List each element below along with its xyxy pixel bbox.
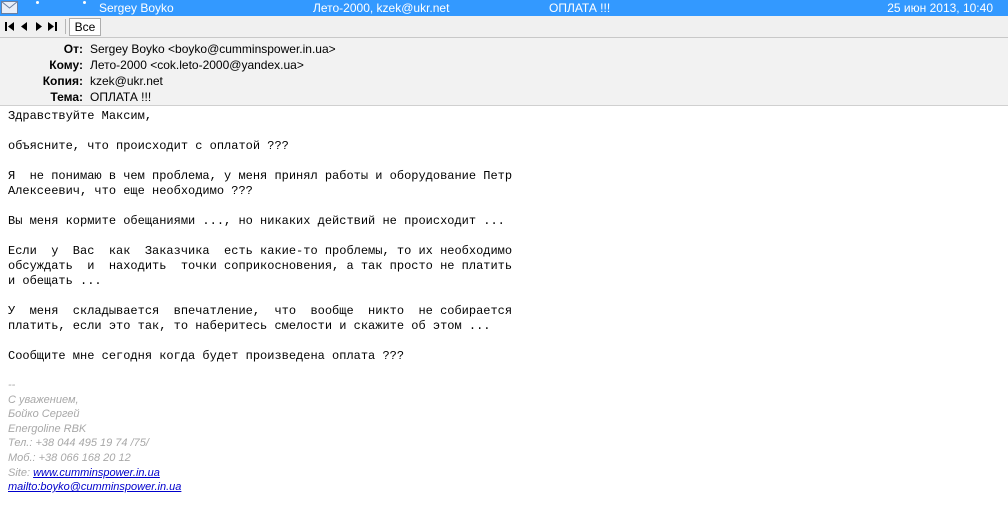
row-date: 25 июн 2013, 10:40 — [887, 1, 993, 15]
subject-row: Тема: ОПЛАТА !!! — [0, 89, 1008, 105]
prev-icon — [21, 22, 27, 31]
tab-all[interactable]: Все — [69, 18, 101, 36]
next-icon — [36, 22, 42, 31]
message-body: Здравствуйте Максим, объясните, что прои… — [8, 109, 512, 364]
next-message-button[interactable] — [33, 20, 44, 33]
body-line: Я не понимаю в чем проблема, у меня прин… — [8, 169, 513, 183]
cc-value[interactable]: kzek@ukr.net — [90, 73, 163, 89]
body-line: У меня складывается впечатление, что воо… — [8, 304, 513, 318]
from-label: От: — [63, 42, 83, 56]
attachment-dot-icon — [36, 1, 39, 4]
signature-mailto-row: mailto:boyko@cumminspower.in.ua — [8, 480, 181, 495]
body-line: платить, если это так, то наберитесь сме… — [8, 319, 491, 333]
signature-phone: Тел.: +38 044 495 19 74 /75/ — [8, 437, 149, 450]
signature-dashes: -- — [8, 379, 16, 391]
body-line: Здравствуйте Максим, — [8, 109, 153, 123]
body-line — [8, 289, 512, 304]
body-line: Сообщите мне сегодня когда будет произве… — [8, 349, 405, 363]
signature-site-row: Site: www.cumminspower.in.ua — [8, 466, 181, 481]
body-line: Если у Вас как Заказчика есть какие-то п… — [8, 244, 513, 258]
to-row: Кому: Лето-2000 <cok.leto-2000@yandex.ua… — [0, 57, 1008, 73]
body-line — [8, 229, 512, 244]
to-label: Кому: — [49, 58, 83, 72]
signature-regards: С уважением, — [8, 393, 79, 406]
cc-row: Копия: kzek@ukr.net — [0, 73, 1008, 89]
body-line — [8, 334, 512, 349]
read-status-dot-icon — [83, 1, 86, 4]
body-line — [8, 199, 512, 214]
to-value[interactable]: Лето-2000 <cok.leto-2000@yandex.ua> — [90, 57, 304, 73]
signature: -- С уважением, Бойко Сергей Energoline … — [8, 378, 181, 495]
selected-message-row[interactable]: Sergey Boyko Лето-2000, kzek@ukr.net ОПЛ… — [0, 0, 1008, 16]
first-icon — [5, 22, 14, 31]
last-message-button[interactable] — [47, 20, 58, 33]
cc-label: Копия: — [42, 74, 83, 88]
last-icon — [48, 22, 57, 31]
message-navigation-bar: Все — [0, 16, 1008, 38]
body-line — [8, 154, 512, 169]
row-subject: ОПЛАТА !!! — [549, 1, 611, 15]
from-row: От: Sergey Boyko <boyko@cumminspower.in.… — [0, 41, 1008, 57]
site-label: Site: — [8, 466, 31, 479]
message-header: От: Sergey Boyko <boyko@cumminspower.in.… — [0, 38, 1008, 106]
signature-company: Energoline RBK — [8, 422, 87, 435]
subject-label: Тема: — [50, 90, 83, 104]
body-line: Алексеевич, что еще необходимо ??? — [8, 184, 253, 198]
previous-message-button[interactable] — [19, 20, 30, 33]
row-sender: Sergey Boyko — [99, 1, 174, 15]
body-line — [8, 124, 512, 139]
body-line: Вы меня кормите обещаниями ..., но никак… — [8, 214, 505, 228]
mailto-link[interactable]: mailto:boyko@cumminspower.in.ua — [8, 481, 181, 493]
first-message-button[interactable] — [4, 20, 15, 33]
row-recipients: Лето-2000, kzek@ukr.net — [313, 1, 450, 15]
body-line: обсуждать и находить точки соприкосновен… — [8, 259, 513, 273]
toolbar-separator — [65, 19, 66, 34]
body-line: и обещать ... — [8, 274, 102, 288]
body-line: объясните, что происходит с оплатой ??? — [8, 139, 289, 153]
from-value[interactable]: Sergey Boyko <boyko@cumminspower.in.ua> — [90, 41, 336, 57]
subject-value: ОПЛАТА !!! — [90, 90, 152, 104]
signature-mobile: Моб.: +38 066 168 20 12 — [8, 451, 131, 464]
envelope-icon — [1, 1, 18, 14]
site-link[interactable]: www.cumminspower.in.ua — [33, 467, 160, 479]
signature-name: Бойко Сергей — [8, 408, 80, 421]
